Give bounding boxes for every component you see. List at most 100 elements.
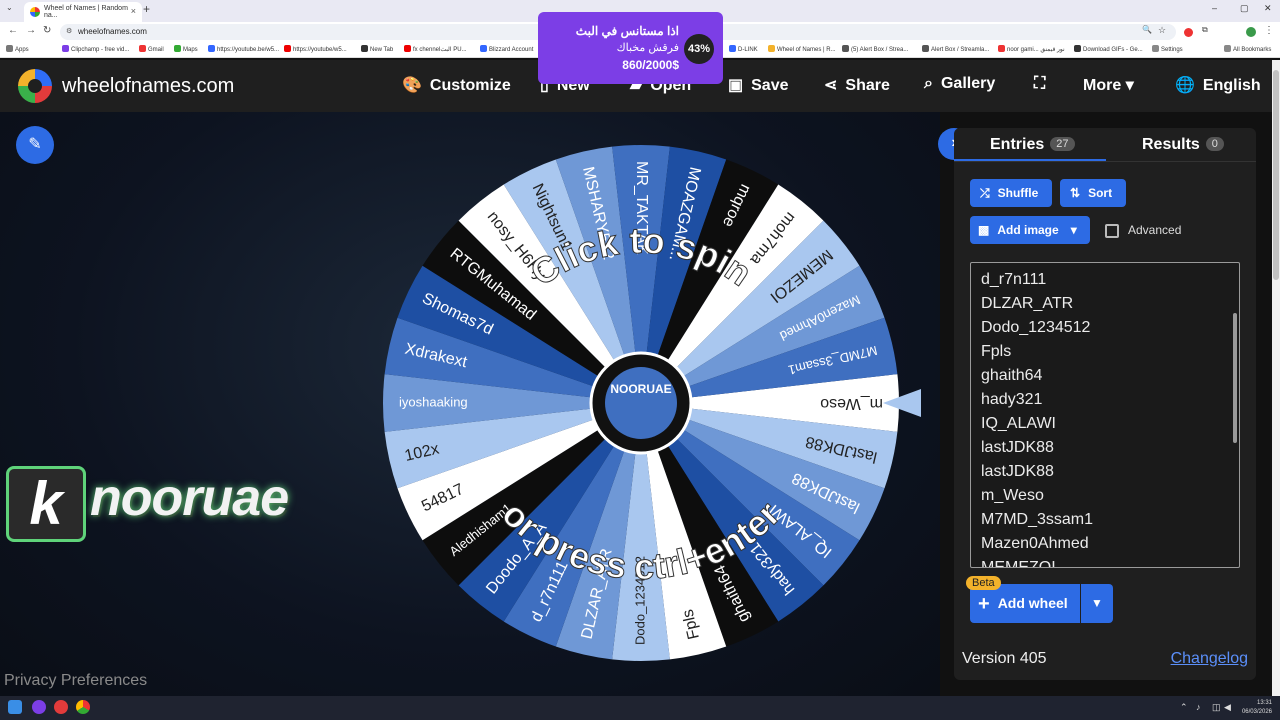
reload-icon[interactable]: ↻	[43, 25, 51, 36]
maximize-icon[interactable]: ▢	[1240, 3, 1249, 14]
list-item: ghaith64	[981, 367, 1043, 384]
new-tab-icon[interactable]: +	[143, 2, 150, 16]
app-icon[interactable]	[32, 700, 46, 714]
bookmark-item[interactable]: (5) Alert Box / Strea...	[842, 45, 908, 53]
browser-tab[interactable]: Wheel of Names | Random na... ×	[24, 2, 142, 22]
bookmark-item[interactable]: Apps	[6, 45, 29, 53]
privacy-preferences-link[interactable]: Privacy Preferences	[4, 672, 147, 690]
shuffle-icon: ⤮	[980, 186, 990, 200]
list-item: M7MD_3ssam1	[981, 511, 1094, 528]
page-scrollbar[interactable]	[1272, 60, 1280, 696]
share-icon: ⋖	[824, 77, 838, 94]
chevron-down-icon: ▼	[1091, 596, 1103, 610]
chrome-icon[interactable]	[76, 700, 90, 714]
add-wheel-dropdown-button[interactable]: ▼	[1081, 584, 1113, 623]
mic-icon[interactable]: ♪	[1196, 702, 1201, 712]
bookmark-item[interactable]: Download GIFs - Ge...	[1074, 45, 1143, 53]
list-item: MEMEZOI	[981, 559, 1056, 568]
bookmark-item[interactable]: Blizzard Account	[480, 45, 533, 53]
site-info-icon[interactable]: ⚙	[66, 27, 72, 35]
volume-icon[interactable]: ◀	[1224, 702, 1231, 713]
wheel-stage: ✎ m_Weso lastJDK88 lastJDK88 IQ_ALAWI hady32…	[0, 112, 940, 696]
bookmark-item[interactable]: All Bookmarks	[1224, 45, 1271, 53]
close-window-icon[interactable]: ✕	[1264, 3, 1272, 14]
active-tab-indicator	[954, 159, 1106, 161]
advanced-label: Advanced	[1128, 223, 1182, 237]
browser-menu-icon[interactable]: ⋮	[1264, 25, 1274, 36]
bookmark-item[interactable]: Gmail	[139, 45, 164, 53]
app-icon[interactable]	[54, 700, 68, 714]
bookmark-item[interactable]: Settings	[1152, 45, 1183, 53]
bookmark-item[interactable]: https://youtube.be/w5...	[208, 45, 279, 53]
clock[interactable]: 13:31 06/03/2026	[1242, 699, 1272, 717]
url-text: wheelofnames.com	[78, 27, 147, 36]
list-item: Mazen0Ahmed	[981, 535, 1089, 552]
bookmark-item[interactable]: https://youtube/w5...	[284, 45, 347, 53]
list-item: lastJDK88	[981, 463, 1054, 480]
entries-scrollbar[interactable]	[1233, 313, 1237, 443]
extension-icon[interactable]	[1184, 28, 1193, 37]
entries-count-badge: 27	[1050, 137, 1075, 151]
wheel-center-logo-text: NOORUAE	[610, 382, 671, 396]
globe-icon: 🌐	[1175, 77, 1195, 94]
network-icon[interactable]: ◫	[1212, 702, 1221, 713]
changelog-link[interactable]: Changelog	[1171, 650, 1248, 668]
donation-line-1: اذا مستانس في البث	[575, 24, 679, 38]
tab-title: Wheel of Names | Random na...	[44, 5, 128, 19]
back-icon[interactable]: ←	[8, 25, 18, 36]
share-button[interactable]: ⋖ Share	[824, 75, 890, 95]
tab-entries[interactable]: Entries 27	[990, 136, 1075, 154]
tab-search-icon[interactable]: ⌄	[6, 3, 13, 12]
bookmark-item[interactable]: D-LINK	[729, 45, 758, 53]
page-scrollbar-thumb[interactable]	[1273, 70, 1279, 280]
tab-favicon-icon	[30, 7, 40, 17]
bookmark-item[interactable]: New Tab	[361, 45, 393, 53]
entries-textarea[interactable]: d_r7n111 DLZAR_ATR Dodo_1234512 Fpls gha…	[970, 262, 1240, 568]
bookmark-item[interactable]: Clipchamp - free vid...	[62, 45, 129, 53]
shuffle-button[interactable]: ⤮ Shuffle	[970, 179, 1052, 207]
profile-avatar-icon[interactable]	[1246, 27, 1256, 37]
more-button[interactable]: More ▾	[1083, 75, 1134, 95]
forward-icon[interactable]: →	[26, 25, 36, 36]
site-name[interactable]: wheelofnames.com	[62, 75, 234, 98]
bookmark-item[interactable]: fx chennelالبث PU...	[404, 45, 467, 53]
clock-time: 13:31	[1256, 700, 1272, 706]
fullscreen-button[interactable]: ⛶	[1034, 75, 1045, 93]
donation-progress: 860/2000$	[622, 58, 679, 72]
entries-panel: Entries 27 Results 0 ⤮ Shuffle ⇅ Sort ▩ Add i…	[954, 128, 1256, 680]
gallery-button[interactable]: ⌕ Gallery	[924, 75, 995, 93]
tab-results[interactable]: Results 0	[1142, 136, 1224, 154]
donation-goal-overlay: اذا مستانس في البث فرقش مخباك 860/2000$ …	[538, 12, 723, 84]
extensions-puzzle-icon[interactable]: ⧉	[1202, 25, 1208, 35]
site-logo-icon[interactable]	[18, 69, 52, 103]
brand-overlay: k nooruae	[4, 464, 344, 544]
tray-chevron-icon[interactable]: ⌃	[1180, 702, 1188, 713]
tab-divider	[954, 161, 1256, 162]
minimize-icon[interactable]: –	[1212, 3, 1217, 13]
donation-line-2: فرقش مخباك	[616, 42, 679, 54]
list-item: IQ_ALAWI	[981, 415, 1056, 432]
save-button[interactable]: ▣ Save	[728, 75, 789, 95]
list-item: DLZAR_ATR	[981, 295, 1074, 312]
list-item: Fpls	[981, 343, 1012, 360]
add-image-button[interactable]: ▩ Add image ▾	[970, 216, 1090, 244]
bookmark-item[interactable]: Maps	[174, 45, 198, 53]
bookmark-item[interactable]: Alert Box / Streamla...	[922, 45, 989, 53]
wheel-svg[interactable]: m_WesolastJDK88lastJDK88IQ_ALAWIhady321g…	[0, 112, 940, 696]
os-taskbar: ⌃ ♪ ◫ ◀ 13:31 06/03/2026	[0, 696, 1280, 720]
palette-icon: 🎨	[402, 77, 422, 94]
list-item: lastJDK88	[981, 439, 1054, 456]
donation-percent: 43%	[684, 34, 714, 64]
version-label: Version 405	[962, 650, 1047, 667]
customize-button[interactable]: 🎨 Customize	[402, 75, 511, 95]
sort-button[interactable]: ⇅ Sort	[1060, 179, 1126, 207]
windows-start-icon[interactable]	[8, 700, 22, 714]
zoom-icon[interactable]: 🔍	[1142, 25, 1152, 34]
advanced-checkbox[interactable]	[1105, 224, 1119, 238]
bookmark-item[interactable]: noor gami... نور قيمنق	[998, 45, 1065, 53]
language-button[interactable]: 🌐 English	[1175, 75, 1261, 95]
wheel-center-emblem	[605, 367, 677, 439]
bookmark-star-icon[interactable]: ☆	[1158, 25, 1166, 36]
bookmark-item[interactable]: Wheel of Names | R...	[768, 45, 836, 53]
tab-close-icon[interactable]: ×	[131, 6, 136, 16]
